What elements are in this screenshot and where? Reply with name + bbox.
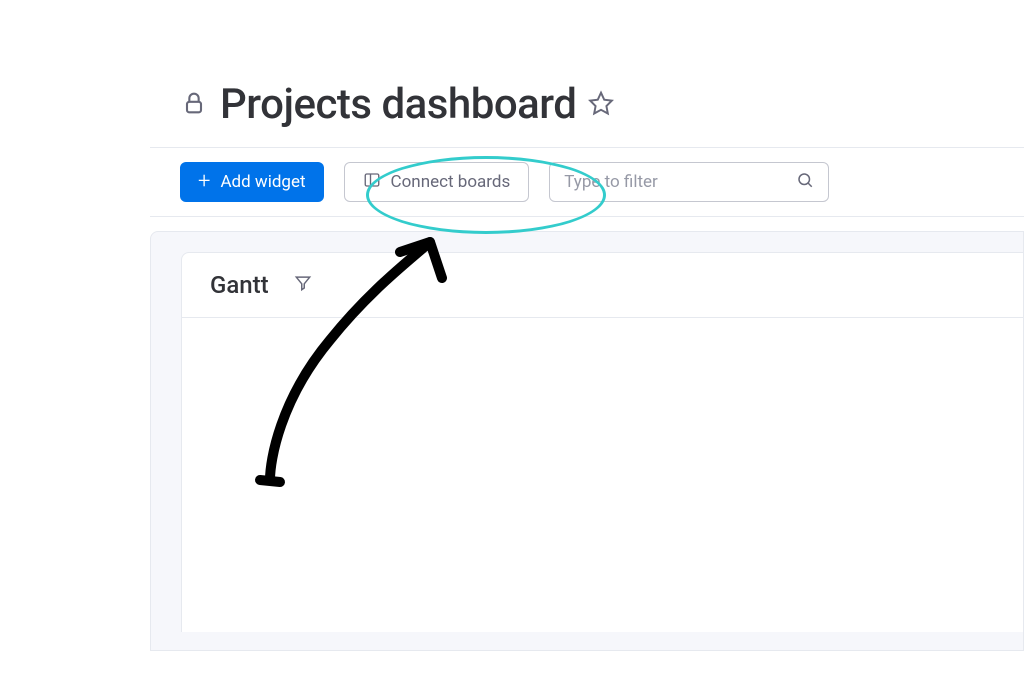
plus-icon: +: [198, 171, 210, 193]
star-icon[interactable]: [588, 90, 614, 120]
gantt-widget: Gantt: [181, 252, 1023, 632]
add-widget-button[interactable]: + Add widget: [180, 162, 324, 202]
title-row: Projects dashboard: [150, 80, 1024, 147]
dashboard-page: Projects dashboard + Add widget Connect …: [150, 80, 1024, 651]
filter-icon[interactable]: [293, 273, 313, 297]
add-widget-label: Add widget: [220, 172, 305, 192]
toolbar: + Add widget Connect boards: [150, 147, 1024, 217]
boards-icon: [363, 171, 381, 194]
filter-input-wrap[interactable]: [549, 162, 829, 202]
widget-title: Gantt: [210, 271, 269, 299]
filter-input[interactable]: [564, 172, 796, 192]
page-title: Projects dashboard: [220, 80, 576, 129]
widget-area: Gantt: [150, 231, 1024, 651]
lock-icon: [180, 89, 208, 121]
connect-boards-label: Connect boards: [391, 172, 511, 192]
widget-header: Gantt: [182, 253, 1023, 318]
search-icon: [796, 171, 814, 193]
connect-boards-button[interactable]: Connect boards: [344, 162, 530, 202]
